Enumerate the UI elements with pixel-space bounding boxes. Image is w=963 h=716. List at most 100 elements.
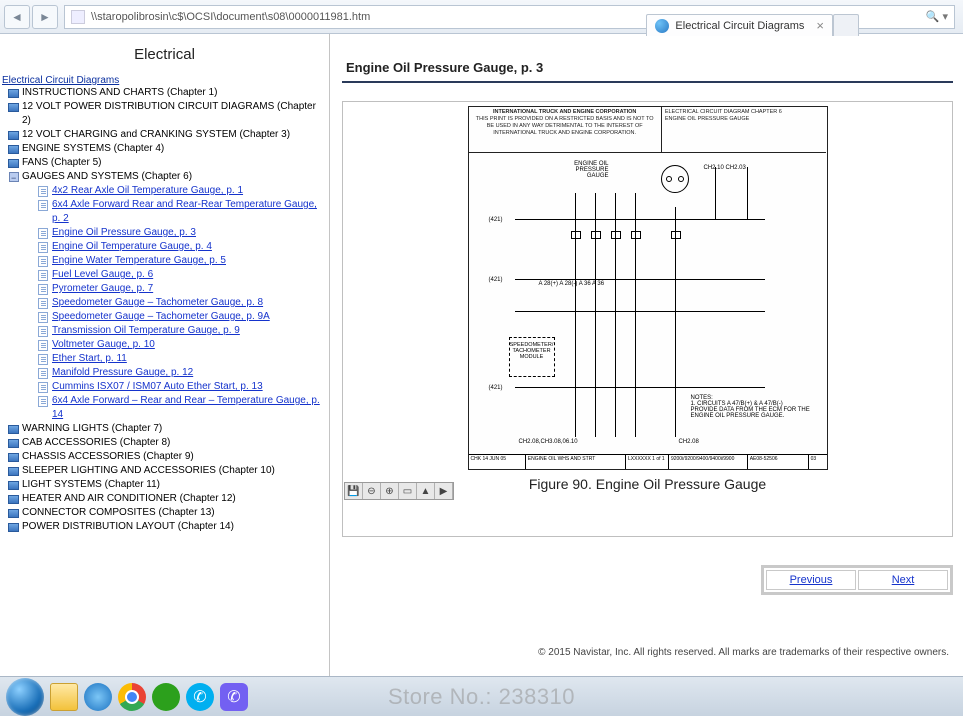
book-icon — [8, 131, 19, 140]
tab-electrical-diagrams[interactable]: Electrical Circuit Diagrams × — [646, 14, 833, 36]
diagram-header-chapter: ELECTRICAL CIRCUIT DIAGRAM CHAPTER 6 — [665, 109, 782, 115]
gauge-icon — [661, 165, 689, 193]
pager: Previous Next — [340, 565, 953, 595]
page-icon — [38, 326, 48, 337]
speedo-module-box: SPEEDOMETER/ TACHOMETER MODULE — [509, 337, 555, 377]
tree-page-link[interactable]: Fuel Level Gauge, p. 6 — [22, 268, 327, 282]
book-icon — [8, 103, 19, 112]
tab-favicon-icon — [655, 19, 669, 33]
title-block: CHK 14 JUN 05 ENGINE OIL WHS AND STRT LX… — [469, 454, 827, 469]
tree-page-link[interactable]: Manifold Pressure Gauge, p. 12 — [22, 366, 327, 380]
tree-chapter[interactable]: ENGINE SYSTEMS (Chapter 4) — [2, 142, 327, 156]
connector-421-c: (421) — [489, 385, 503, 391]
sidebar-title: Electrical — [0, 34, 329, 71]
tree-chapter[interactable]: SLEEPER LIGHTING AND ACCESSORIES (Chapte… — [2, 464, 327, 478]
skype-icon[interactable]: ✆ — [186, 683, 214, 711]
back-button[interactable]: ◄ — [4, 5, 30, 29]
tree-page-link[interactable]: Pyrometer Gauge, p. 7 — [22, 282, 327, 296]
book-icon — [8, 495, 19, 504]
zoom-out-button[interactable]: ⊖ — [363, 483, 381, 499]
page-icon — [38, 284, 48, 295]
tree-page-link[interactable]: Engine Oil Pressure Gauge, p. 3 — [22, 226, 327, 240]
watermark-text: Store No.: 238310 — [388, 684, 575, 710]
tree-page-link[interactable]: Voltmeter Gauge, p. 10 — [22, 338, 327, 352]
book-icon — [8, 453, 19, 462]
page-icon — [38, 354, 48, 365]
page-title: Engine Oil Pressure Gauge, p. 3 — [342, 52, 953, 83]
forward-button[interactable]: ► — [32, 5, 58, 29]
quickbooks-icon[interactable] — [152, 683, 180, 711]
diagram-toolbar: 💾 ⊖ ⊕ ▭ ▲ ▶ — [344, 482, 454, 500]
tree-chapter[interactable]: LIGHT SYSTEMS (Chapter 11) — [2, 478, 327, 492]
next-link[interactable]: Next — [892, 574, 915, 586]
scroll-up-button[interactable]: ▲ — [417, 483, 435, 499]
tree-chapter[interactable]: WARNING LIGHTS (Chapter 7) — [2, 422, 327, 436]
diagram-header-restrict: THIS PRINT IS PROVIDED ON A RESTRICTED B… — [476, 116, 654, 136]
connector-421-a: (421) — [489, 217, 503, 223]
page-icon — [38, 312, 48, 323]
bottom-ref-right: CH2.08 — [679, 439, 699, 445]
book-icon — [8, 481, 19, 490]
book-icon — [8, 467, 19, 476]
explorer-icon[interactable] — [50, 683, 78, 711]
scroll-right-button[interactable]: ▶ — [435, 483, 453, 499]
chrome-icon[interactable] — [118, 683, 146, 711]
page-icon — [38, 200, 48, 211]
prev-link[interactable]: Previous — [790, 574, 833, 586]
start-button[interactable] — [6, 678, 44, 716]
page-icon — [38, 368, 48, 379]
tree-page-link[interactable]: Engine Oil Temperature Gauge, p. 4 — [22, 240, 327, 254]
book-icon — [8, 159, 19, 168]
new-tab-button[interactable] — [833, 14, 859, 36]
book-icon — [8, 509, 19, 518]
search-dropdown-icon[interactable]: 🔍 ▾ — [926, 10, 948, 23]
tree-page-link[interactable]: Ether Start, p. 11 — [22, 352, 327, 366]
page-favicon-icon — [71, 10, 85, 24]
tree-chapter[interactable]: CAB ACCESSORIES (Chapter 8) — [2, 436, 327, 450]
tree-chapter[interactable]: INSTRUCTIONS AND CHARTS (Chapter 1) — [2, 86, 327, 100]
connector-421-b: (421) — [489, 277, 503, 283]
zoom-in-button[interactable]: ⊕ — [381, 483, 399, 499]
tree-page-link[interactable]: Cummins ISX07 / ISM07 Auto Ether Start, … — [22, 380, 327, 394]
book-icon — [8, 439, 19, 448]
save-button[interactable]: 💾 — [345, 483, 363, 499]
wire-label-top: CH2.10 CH2.03 — [704, 165, 746, 171]
page-icon — [38, 242, 48, 253]
tree-chapter[interactable]: POWER DISTRIBUTION LAYOUT (Chapter 14) — [2, 520, 327, 534]
tree-chapter[interactable]: CONNECTOR COMPOSITES (Chapter 13) — [2, 506, 327, 520]
collapse-icon[interactable] — [9, 172, 19, 182]
copyright-text: © 2015 Navistar, Inc. All rights reserve… — [329, 647, 949, 658]
tree-page-link[interactable]: 6x4 Axle Forward – Rear and Rear – Tempe… — [22, 394, 327, 422]
tree-chapter[interactable]: 12 VOLT CHARGING and CRANKING SYSTEM (Ch… — [2, 128, 327, 142]
page-icon — [38, 298, 48, 309]
tree-page-link[interactable]: Transmission Oil Temperature Gauge, p. 9 — [22, 324, 327, 338]
diagram-notes: NOTES: 1. CIRCUITS A 47/B(+) & A 47/B(-)… — [691, 395, 811, 419]
page-icon — [38, 270, 48, 281]
tree-page-link[interactable]: 6x4 Axle Forward Rear and Rear-Rear Temp… — [22, 198, 327, 226]
circuit-diagram: INTERNATIONAL TRUCK AND ENGINE CORPORATI… — [468, 106, 828, 470]
tree-page-link[interactable]: Speedometer Gauge – Tachometer Gauge, p.… — [22, 310, 327, 324]
tree-page-link[interactable]: 4x2 Rear Axle Oil Temperature Gauge, p. … — [22, 184, 327, 198]
tree-chapter[interactable]: 12 VOLT POWER DISTRIBUTION CIRCUIT DIAGR… — [2, 100, 327, 128]
tree-chapter[interactable]: HEATER AND AIR CONDITIONER (Chapter 12) — [2, 492, 327, 506]
tree-chapter-open[interactable]: GAUGES AND SYSTEMS (Chapter 6) 4x2 Rear … — [2, 170, 327, 422]
tree-page-link[interactable]: Engine Water Temperature Gauge, p. 5 — [22, 254, 327, 268]
book-icon — [8, 145, 19, 154]
sidebar: Electrical Electrical Circuit Diagrams I… — [0, 34, 330, 676]
tree-chapter[interactable]: FANS (Chapter 5) — [2, 156, 327, 170]
ie-icon[interactable] — [84, 683, 112, 711]
tab-close-button[interactable]: × — [816, 18, 824, 33]
tree-page-link[interactable]: Speedometer Gauge – Tachometer Gauge, p.… — [22, 296, 327, 310]
book-icon — [8, 425, 19, 434]
page-icon — [38, 256, 48, 267]
fit-button[interactable]: ▭ — [399, 483, 417, 499]
book-icon — [8, 89, 19, 98]
viber-icon[interactable]: ✆ — [220, 683, 248, 711]
page-icon — [38, 340, 48, 351]
figure-container: INTERNATIONAL TRUCK AND ENGINE CORPORATI… — [342, 101, 953, 537]
bottom-ref-left: CH2.08,CH3.08,06.10 — [519, 439, 578, 445]
page-icon — [38, 396, 48, 407]
tree-root-link[interactable]: Electrical Circuit Diagrams — [2, 75, 119, 86]
page-icon — [38, 186, 48, 197]
tree-chapter[interactable]: CHASSIS ACCESSORIES (Chapter 9) — [2, 450, 327, 464]
